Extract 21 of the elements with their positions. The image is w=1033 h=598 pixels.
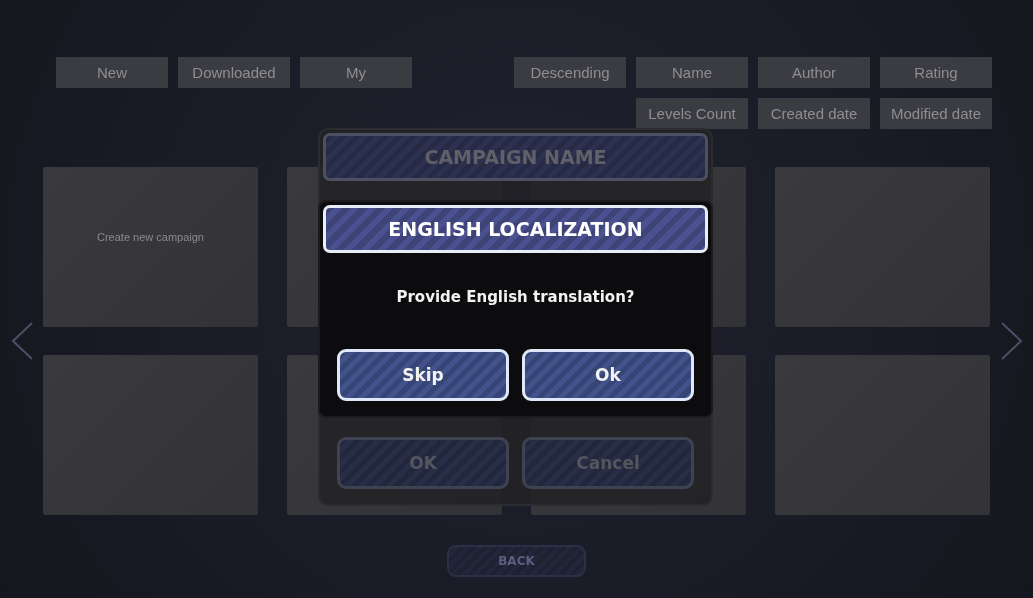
campaign-card[interactable] xyxy=(775,355,990,515)
card-label: Create new campaign xyxy=(97,231,204,243)
sort-button[interactable]: Name xyxy=(636,57,748,88)
dialog-message: Provide English translation? xyxy=(395,288,636,306)
dialog-title: ENGLISH LOCALIZATION xyxy=(323,205,708,253)
filter-button[interactable]: Downloaded xyxy=(178,57,290,88)
sort-button[interactable]: Descending xyxy=(514,57,626,88)
dialog-button[interactable]: Skip xyxy=(337,349,509,401)
sort-button[interactable]: Created date xyxy=(758,98,870,129)
dialog-button[interactable]: Ok xyxy=(522,349,694,401)
sort-button[interactable]: Author xyxy=(758,57,870,88)
campaign-card[interactable] xyxy=(775,167,990,327)
create-campaign-card[interactable]: Create new campaign xyxy=(43,167,258,327)
filter-button[interactable]: My xyxy=(300,57,412,88)
sort-button[interactable]: Modified date xyxy=(880,98,992,129)
sort-button[interactable]: Levels Count xyxy=(636,98,748,129)
dialog-title: CAMPAIGN NAME xyxy=(323,133,708,181)
sort-button[interactable]: Rating xyxy=(880,57,992,88)
back-button[interactable]: BACK xyxy=(447,545,586,577)
campaign-card[interactable] xyxy=(43,355,258,515)
filter-button[interactable]: New xyxy=(56,57,168,88)
